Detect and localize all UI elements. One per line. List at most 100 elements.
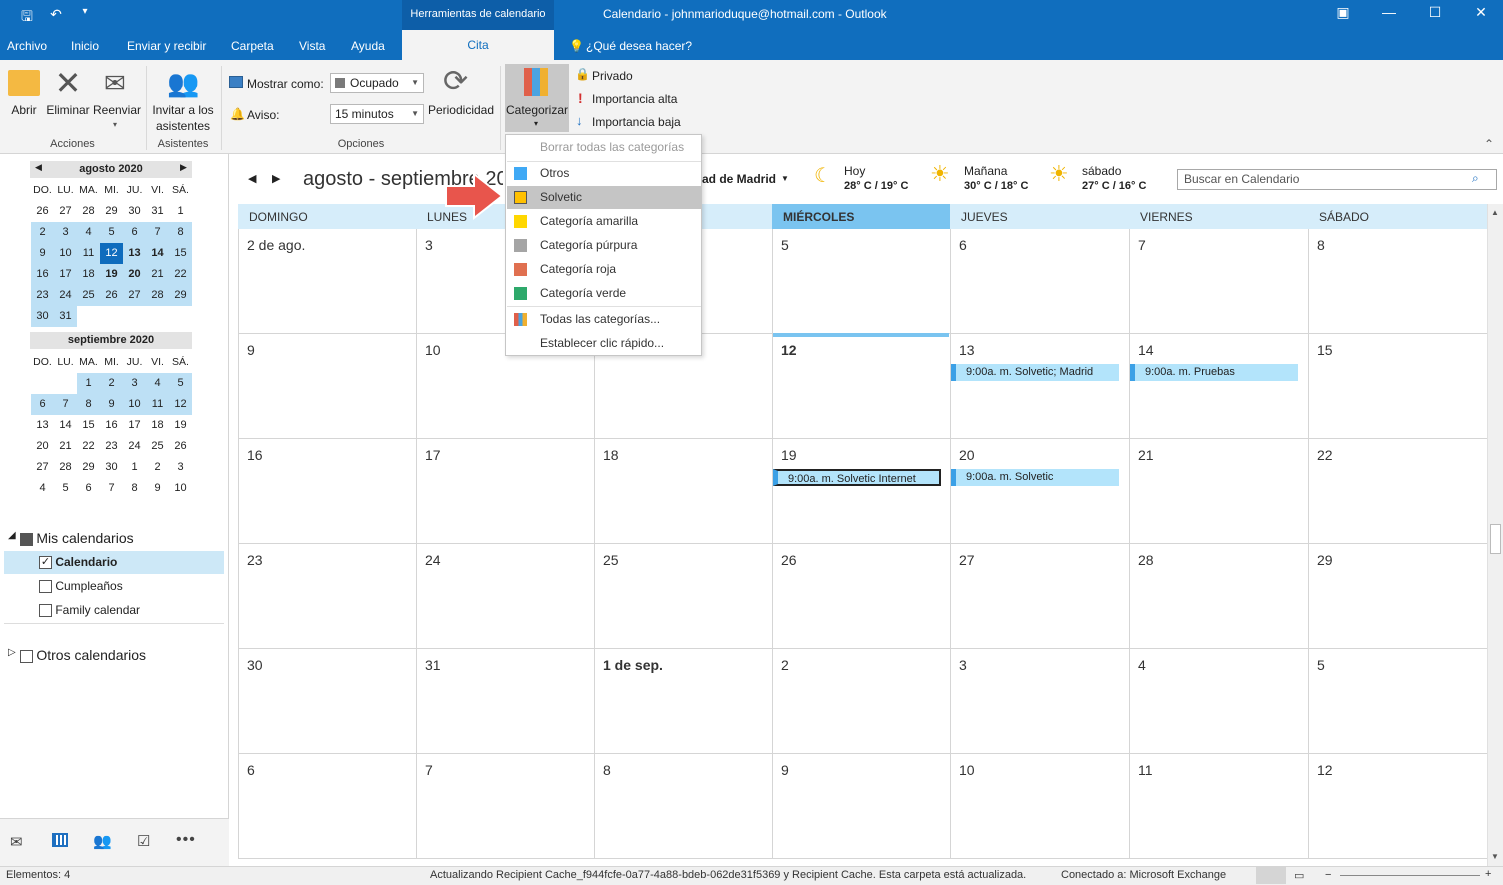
normal-view-icon[interactable]	[1256, 867, 1286, 884]
mini-cal-day[interactable]: 19	[169, 415, 192, 436]
mini-cal-day[interactable]: 13	[31, 415, 54, 436]
family-calendar-item[interactable]: Family calendar	[39, 603, 140, 618]
zoom-out-icon[interactable]: −	[1325, 869, 1331, 881]
mini-cal-day[interactable]: 5	[54, 478, 77, 499]
mini-cal-day[interactable]: 28	[77, 201, 100, 222]
periodicidad-button[interactable]: Periodicidad	[426, 103, 496, 117]
mini-cal-day[interactable]: 15	[169, 243, 192, 264]
mini-cal-day[interactable]: 27	[123, 285, 146, 306]
mini-cal-day[interactable]: 9	[100, 394, 123, 415]
day-cell[interactable]: 12	[773, 334, 951, 439]
undo-icon[interactable]: ↶	[47, 6, 65, 23]
mini-cal-day[interactable]: 8	[123, 478, 146, 499]
maximize-icon[interactable]: ☐	[1420, 4, 1450, 21]
mini-cal-day[interactable]: 7	[100, 478, 123, 499]
day-cell[interactable]: 16	[239, 439, 417, 544]
search-calendar-input[interactable]: Buscar en Calendario	[1177, 169, 1497, 190]
weather-location[interactable]: ad de Madrid	[702, 172, 776, 186]
tab-cita[interactable]: Cita	[402, 30, 554, 60]
mini-cal-day[interactable]: 2	[146, 457, 169, 478]
mini-cal-day[interactable]: 17	[54, 264, 77, 285]
expand-collapse-icon[interactable]: ◢	[8, 530, 16, 541]
mini-cal-day[interactable]: 10	[169, 478, 192, 499]
category-item-purpura[interactable]: Categoría púrpura	[507, 234, 701, 257]
mini-cal-day[interactable]: 4	[77, 222, 100, 243]
otros-calendarios-group[interactable]: Otros calendarios	[20, 647, 146, 664]
day-cell[interactable]: 12	[1309, 754, 1488, 859]
scroll-thumb[interactable]	[1490, 524, 1501, 554]
mini-cal-day[interactable]: 9	[31, 243, 54, 264]
family-calendar-checkbox[interactable]	[39, 604, 52, 618]
category-item-otros[interactable]: Otros	[507, 162, 701, 185]
day-cell[interactable]: 7	[1130, 229, 1309, 334]
vertical-scrollbar[interactable]: ▲ ▼	[1487, 204, 1503, 866]
day-cell[interactable]: 22	[1309, 439, 1488, 544]
day-cell[interactable]: 6	[951, 229, 1130, 334]
reenviar-dropdown-icon[interactable]: ▾	[113, 120, 117, 129]
day-cell[interactable]: 11	[1130, 754, 1309, 859]
mini-cal-day[interactable]: 10	[54, 243, 77, 264]
mini-cal-day[interactable]: 23	[31, 285, 54, 306]
ribbon-display-icon[interactable]: ▣	[1328, 4, 1358, 21]
mini-cal-day[interactable]: 20	[31, 436, 54, 457]
mini-cal-day[interactable]: 16	[31, 264, 54, 285]
mini-cal-day[interactable]: 10	[123, 394, 146, 415]
minimize-icon[interactable]: —	[1374, 4, 1404, 20]
collapse-ribbon-icon[interactable]: ⌃	[1484, 137, 1494, 151]
mini-cal-day[interactable]: 6	[77, 478, 100, 499]
day-cell[interactable]: 9	[773, 754, 951, 859]
event-pruebas[interactable]: 9:00a. m. Pruebas	[1130, 364, 1298, 381]
day-cell[interactable]: 10	[951, 754, 1130, 859]
mini-cal-day[interactable]: 25	[146, 436, 169, 457]
mis-calendarios-group[interactable]: Mis calendarios	[20, 530, 134, 547]
calendario-checkbox[interactable]: ✓	[39, 556, 52, 570]
mini-cal-day[interactable]: 23	[100, 436, 123, 457]
group-checkbox[interactable]	[20, 533, 33, 547]
mini-cal-day[interactable]: 2	[31, 222, 54, 243]
mini-cal-day[interactable]: 31	[146, 201, 169, 222]
calendario-item[interactable]: ✓ Calendario	[39, 555, 117, 570]
mini-cal-day[interactable]: 19	[100, 264, 123, 285]
mini-cal-day[interactable]: 13	[123, 243, 146, 264]
prev-month-icon[interactable]: ◀	[35, 162, 42, 173]
mini-cal-day[interactable]: 21	[146, 264, 169, 285]
mini-cal-day[interactable]: 11	[146, 394, 169, 415]
mini-cal-day[interactable]: 27	[54, 201, 77, 222]
mini-cal-day[interactable]: 8	[169, 222, 192, 243]
mini-calendar-september[interactable]: DO. LU. MA. MI. JU. VI. SÁ. 1 2 3 4 5 6 7 8 9 10 11 12 13 14…	[31, 352, 192, 499]
mini-calendar-august[interactable]: DO. LU. MA. MI. JU. VI. SÁ. 26 27 28 29 30 31 1 2 3 4 5 6 7…	[31, 180, 192, 327]
mini-cal-day[interactable]: 30	[123, 201, 146, 222]
mini-cal-day[interactable]: 27	[31, 457, 54, 478]
mini-cal-day[interactable]: 11	[77, 243, 100, 264]
day-cell[interactable]: 31	[417, 649, 595, 754]
importancia-baja-button[interactable]: Importancia baja	[592, 115, 681, 129]
day-cell[interactable]: 4	[1130, 649, 1309, 754]
mini-cal-day[interactable]: 26	[100, 285, 123, 306]
tell-me-input[interactable]: ¿Qué desea hacer?	[586, 39, 692, 53]
menu-ayuda[interactable]: Ayuda	[351, 39, 385, 53]
abrir-button[interactable]: Abrir	[4, 103, 44, 117]
day-cell[interactable]: 9	[239, 334, 417, 439]
event-solvetic[interactable]: 9:00a. m. Solvetic	[951, 469, 1119, 486]
next-range-icon[interactable]: ▶	[272, 172, 280, 185]
day-cell[interactable]: 30	[239, 649, 417, 754]
mini-cal-day[interactable]: 26	[31, 201, 54, 222]
mini-cal-day[interactable]: 5	[169, 373, 192, 394]
day-cell[interactable]: 15	[1309, 334, 1488, 439]
mini-cal-day[interactable]: 9	[146, 478, 169, 499]
day-cell[interactable]: 2	[773, 649, 951, 754]
next-month-icon[interactable]: ▶	[180, 162, 187, 173]
mail-icon[interactable]: ✉	[10, 833, 23, 851]
clear-categories-item[interactable]: Borrar todas las categorías	[507, 136, 701, 159]
day-cell[interactable]: 20	[951, 439, 1130, 544]
day-cell[interactable]: 19	[773, 439, 951, 544]
expand-icon[interactable]: ▷	[8, 647, 16, 658]
day-cell[interactable]: 14	[1130, 334, 1309, 439]
mini-cal-day[interactable]: 1	[123, 457, 146, 478]
category-item-solvetic[interactable]: Solvetic	[507, 186, 701, 209]
scroll-down-icon[interactable]: ▼	[1491, 852, 1499, 861]
mini-cal-day[interactable]: 16	[100, 415, 123, 436]
mini-cal-day[interactable]: 24	[123, 436, 146, 457]
mini-cal-day[interactable]: 17	[123, 415, 146, 436]
mini-cal-day[interactable]: 4	[31, 478, 54, 499]
